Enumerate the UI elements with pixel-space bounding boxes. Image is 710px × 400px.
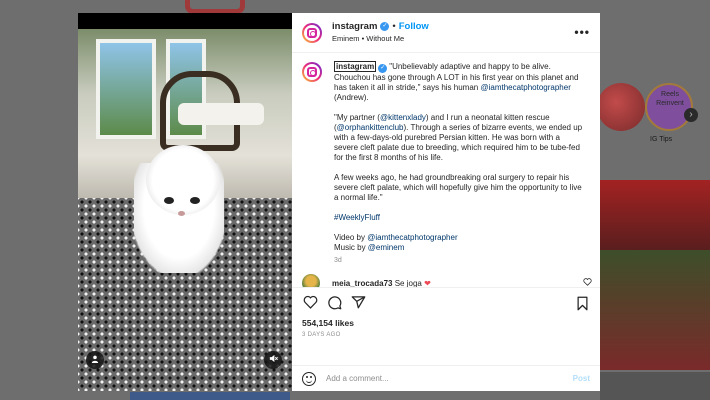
caption-link[interactable]: @eminem <box>368 243 405 252</box>
add-comment-bar: Post <box>292 365 600 391</box>
like-count[interactable]: 554,154 likes <box>302 318 590 328</box>
comment-icon[interactable] <box>326 294 342 310</box>
post-caption: instagram ✓ "Unbelievably adaptive and hap… <box>302 61 590 263</box>
instagram-logo-icon <box>307 27 317 38</box>
caption-avatar[interactable] <box>302 62 322 82</box>
caption-text: instagram ✓ "Unbelievably adaptive and hap… <box>334 61 584 263</box>
save-icon[interactable] <box>574 295 590 311</box>
background-thumbnail[interactable] <box>600 250 710 370</box>
caption-paragraph: "My partner (@kittenxlady) and I run a n… <box>334 113 583 162</box>
comment-input[interactable] <box>326 374 573 383</box>
comment-text: Se joga <box>394 278 422 288</box>
background-thumbnail[interactable] <box>600 180 710 250</box>
post-video[interactable] <box>78 13 292 391</box>
caption-link[interactable]: @kittenxlady <box>380 113 426 122</box>
audio-attribution[interactable]: Eminem • Without Me <box>332 33 429 45</box>
caption-link[interactable]: @iamthecatphotographer <box>367 233 457 242</box>
mute-icon[interactable] <box>264 351 282 369</box>
post-details-panel: instagram ✓ • Follow Eminem • Without Me… <box>292 13 600 391</box>
more-options-icon[interactable]: ••• <box>574 25 590 39</box>
post-date: 3 DAYS AGO <box>302 332 341 338</box>
post-modal: instagram ✓ • Follow Eminem • Without Me… <box>78 13 600 391</box>
share-icon[interactable] <box>350 294 366 310</box>
heart-emoji-icon: ❤ <box>424 278 431 288</box>
like-comment-icon[interactable] <box>583 278 592 287</box>
caption-username[interactable]: instagram <box>334 61 377 72</box>
caption-paragraph: Video by @iamthecatphotographer Music by … <box>334 233 458 252</box>
background-story-caption: IG Tips <box>650 136 673 143</box>
like-icon[interactable] <box>302 294 318 310</box>
post-header: instagram ✓ • Follow Eminem • Without Me… <box>292 13 600 53</box>
caption-paragraph: A few weeks ago, he had groundbreaking o… <box>334 173 582 202</box>
verified-badge-icon: ✓ <box>378 64 388 73</box>
background-thumbnail[interactable] <box>600 372 710 400</box>
caption-link[interactable]: @orphankittenclub <box>337 123 404 132</box>
avatar[interactable] <box>302 22 322 43</box>
post-actions: 554,154 likes 3 DAYS AGO <box>292 287 600 365</box>
background-story[interactable] <box>597 83 645 131</box>
comments-section[interactable]: instagram ✓ "Unbelievably adaptive and hap… <box>292 53 600 287</box>
post-comment-button[interactable]: Post <box>573 374 590 383</box>
background-story-label: Reels Reinvent <box>656 91 684 107</box>
post-author-username[interactable]: instagram <box>332 21 377 33</box>
follow-button[interactable]: Follow <box>399 21 429 33</box>
comment-username[interactable]: meia_trocada73 <box>332 279 392 288</box>
caption-paragraph: #WeeklyFluff <box>334 213 584 223</box>
user-tag-icon[interactable] <box>86 351 104 369</box>
background-thumbnail[interactable] <box>130 392 290 400</box>
background-logo <box>185 0 245 14</box>
verified-badge-icon: ✓ <box>380 22 390 31</box>
instagram-logo-icon <box>307 67 317 77</box>
caption-link[interactable]: #WeeklyFluff <box>334 213 380 222</box>
emoji-picker-icon[interactable] <box>302 371 316 386</box>
comment-row: meia_trocada73 Se joga ❤ <box>302 274 592 288</box>
chevron-right-icon[interactable]: › <box>684 108 698 122</box>
commenter-avatar[interactable] <box>302 274 320 287</box>
caption-link[interactable]: @iamthecatphotographer <box>480 83 570 92</box>
caption-paragraph: instagram ✓ "Unbelievably adaptive and hap… <box>334 61 579 102</box>
